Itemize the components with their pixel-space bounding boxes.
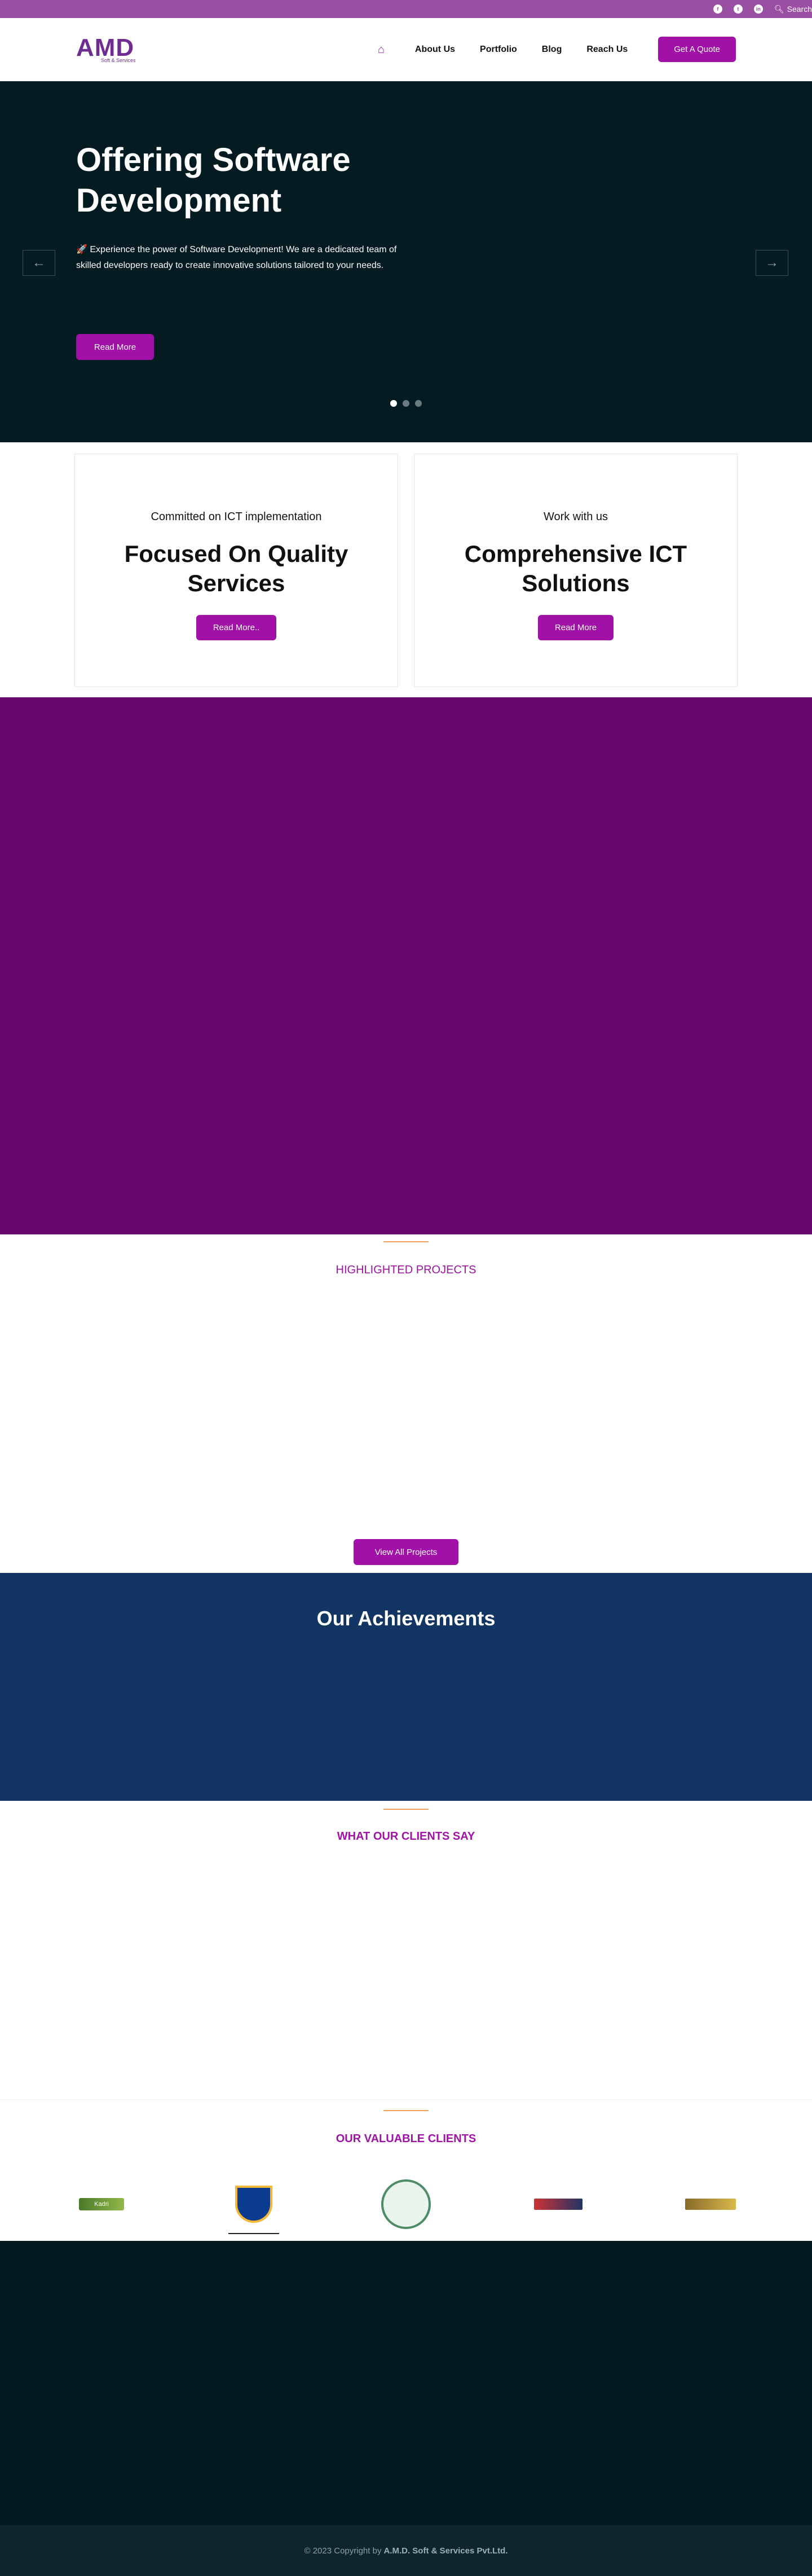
nav-reach-us[interactable]: Reach Us xyxy=(586,45,628,55)
hero-title: Offering Software Development xyxy=(76,142,351,219)
top-bar: f t in 🔍︎ Search xyxy=(0,0,812,18)
copyright-text: © 2023 Copyright by xyxy=(304,2546,382,2556)
get-quote-button[interactable]: Get A Quote xyxy=(658,37,736,62)
card-heading: Focused On Quality Services xyxy=(124,540,348,596)
section-divider xyxy=(383,1809,429,1810)
active-indicator xyxy=(228,2233,279,2234)
brand-logo[interactable] xyxy=(685,2179,736,2230)
slider-dots xyxy=(390,400,422,407)
clients-section: OUR VALUABLE CLIENTS Kadri xyxy=(0,2100,812,2241)
client-logos: Kadri xyxy=(76,2179,736,2234)
testimonials-title: WHAT OUR CLIENTS SAY xyxy=(337,1830,475,1843)
card-read-more-button[interactable]: Read More.. xyxy=(196,615,277,640)
nav-blog[interactable]: Blog xyxy=(542,45,562,55)
linkedin-icon[interactable]: in xyxy=(753,5,763,14)
search-label: Search xyxy=(787,5,812,14)
search-icon: 🔍︎ xyxy=(774,4,784,14)
next-slide-arrow-icon[interactable]: → xyxy=(756,250,788,276)
school-crest-logo[interactable] xyxy=(228,2179,279,2234)
feature-card-quality: Committed on ICT implementation Focused … xyxy=(74,454,398,687)
card-kicker: Committed on ICT implementation xyxy=(151,511,322,523)
search-button[interactable]: 🔍︎ Search xyxy=(774,5,812,14)
clients-title: OUR VALUABLE CLIENTS xyxy=(336,2133,476,2145)
footer xyxy=(0,2241,812,2525)
slider-dot[interactable] xyxy=(390,400,397,407)
slider-dot[interactable] xyxy=(415,400,422,407)
projects-section: HIGHLIGHTED PROJECTS View All Projects xyxy=(0,1234,812,1573)
logo-subtitle: Soft & Services xyxy=(101,58,136,63)
card-heading: Comprehensive ICT Solutions xyxy=(464,540,687,596)
card-kicker: Work with us xyxy=(543,511,608,523)
view-all-projects-button[interactable]: View All Projects xyxy=(354,1539,458,1565)
feature-cards: Committed on ICT implementation Focused … xyxy=(0,442,812,697)
hero-read-more-button[interactable]: Read More xyxy=(76,334,154,360)
copyright-company[interactable]: A.M.D. Soft & Services Pvt.Ltd. xyxy=(383,2546,508,2556)
feature-card-ict: Work with us Comprehensive ICT Solutions… xyxy=(414,454,738,687)
hero-text: 🚀 Experience the power of Software Devel… xyxy=(76,245,397,270)
home-icon[interactable]: ⌂ xyxy=(378,43,390,56)
nav-portfolio[interactable]: Portfolio xyxy=(480,45,517,55)
logo-mark: AMD xyxy=(76,34,135,61)
site-logo[interactable]: AMD Soft & Services xyxy=(76,36,136,63)
kadri-logo[interactable]: Kadri xyxy=(76,2179,127,2230)
purple-band xyxy=(0,697,812,1234)
projects-title: HIGHLIGHTED PROJECTS xyxy=(336,1264,476,1276)
kadri-logo-text: Kadri xyxy=(79,2198,124,2210)
navbar: AMD Soft & Services ⌂ About Us Portfolio… xyxy=(0,18,812,81)
facebook-icon[interactable]: f xyxy=(713,5,722,14)
section-divider xyxy=(383,2110,429,2111)
twitter-icon[interactable]: t xyxy=(733,5,743,14)
copyright-bar: © 2023 Copyright by A.M.D. Soft & Servic… xyxy=(0,2525,812,2576)
hero-slider: Offering Software Development 🚀 Experien… xyxy=(0,81,812,442)
main-nav: ⌂ About Us Portfolio Blog Reach Us Get A… xyxy=(378,37,736,62)
prev-slide-arrow-icon[interactable]: ← xyxy=(23,250,55,276)
achievements-section: Our Achievements xyxy=(0,1573,812,1801)
seal-logo[interactable] xyxy=(381,2179,431,2230)
section-divider xyxy=(383,1241,429,1242)
slider-dot[interactable] xyxy=(403,400,409,407)
testimonials-section: WHAT OUR CLIENTS SAY xyxy=(0,1801,812,2100)
card-read-more-button[interactable]: Read More xyxy=(537,615,614,640)
nav-about-us[interactable]: About Us xyxy=(415,45,455,55)
achievements-title: Our Achievements xyxy=(316,1607,496,1630)
company-logo[interactable] xyxy=(533,2179,584,2230)
